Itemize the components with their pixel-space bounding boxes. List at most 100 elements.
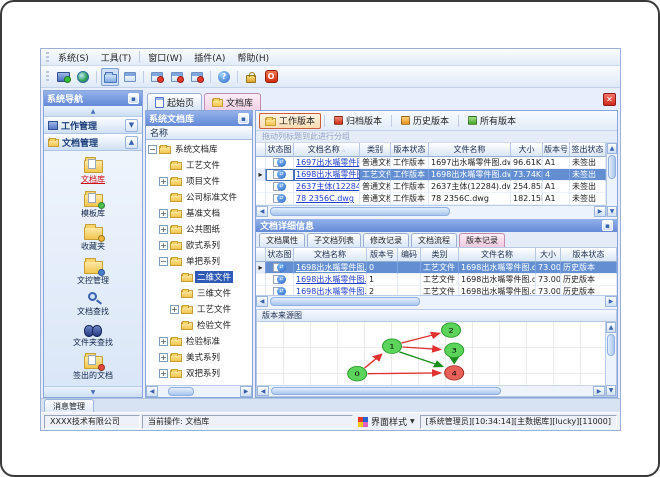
tree-item[interactable]: + 基准文档	[146, 205, 252, 221]
column-status[interactable]: 状态图	[266, 143, 294, 157]
tree-item[interactable]: +检验文件	[146, 317, 252, 333]
graph-vertical-scrollbar[interactable]: ▲ ▼	[605, 322, 616, 396]
sidebar-item-doclib[interactable]: 文档库	[81, 156, 105, 185]
tree-item[interactable]: + 欧式系列	[146, 237, 252, 253]
tree-horizontal-scrollbar[interactable]: ◀ ▶	[146, 385, 252, 397]
expand-icon[interactable]: +	[159, 208, 168, 218]
scroll-thumb[interactable]	[608, 155, 616, 179]
sidebar-item-doc-control[interactable]: 文控管理	[77, 257, 109, 286]
menu-plugins[interactable]: 插件(A)	[188, 50, 231, 65]
scroll-right-icon[interactable]: ▶	[240, 386, 252, 397]
tree-item[interactable]: +公司标准文件	[146, 189, 252, 205]
chevron-down-icon[interactable]: ▼	[125, 118, 138, 132]
scroll-left-icon[interactable]: ◀	[146, 386, 158, 397]
toolbar-grip[interactable]	[46, 51, 49, 63]
collapse-icon[interactable]: −	[148, 144, 157, 154]
sidebar-item-favorites[interactable]: 收藏夹	[81, 223, 105, 252]
scroll-left-icon[interactable]: ◀	[256, 206, 268, 217]
column-status[interactable]: 状态图	[266, 248, 294, 262]
tree-item[interactable]: + 工艺文件	[146, 301, 252, 317]
interface-style-button[interactable]: 界面样式 ▼	[355, 415, 418, 429]
column-doc-name[interactable]: 文档名称	[294, 248, 367, 262]
sidebar-item-checked-out[interactable]: 签出的文档	[73, 352, 113, 381]
globe-icon[interactable]	[74, 68, 92, 86]
tree-item[interactable]: + 公共图纸	[146, 221, 252, 237]
pin-icon[interactable]: ▪	[238, 113, 249, 124]
scroll-track[interactable]	[268, 296, 605, 307]
column-doc-name[interactable]: 文档名称 ▵	[294, 143, 360, 157]
scroll-up-icon[interactable]: ▲	[606, 322, 616, 333]
help-icon[interactable]: ?	[215, 68, 233, 86]
scroll-right-icon[interactable]: ▶	[605, 296, 617, 307]
column-code[interactable]: 编码	[398, 248, 421, 262]
lock-icon[interactable]	[242, 68, 260, 86]
group-by-hint[interactable]: 拖动列标题到此进行分组	[256, 131, 617, 143]
sidebar-scroll-down[interactable]: ▼	[44, 386, 142, 397]
scroll-track[interactable]	[607, 154, 617, 206]
sidebar-group-docs[interactable]: 文档管理 ▲	[44, 134, 142, 151]
graph-horizontal-scrollbar[interactable]: ◀ ▶	[257, 385, 605, 396]
column-category[interactable]: 类别	[360, 143, 391, 157]
scroll-track[interactable]	[269, 386, 593, 396]
doc-name-link[interactable]: 2637主体(12284).dwg	[294, 181, 360, 193]
tree-item[interactable]: + 检验标准	[146, 333, 252, 349]
tab-doc-properties[interactable]: 文档属性	[259, 233, 305, 247]
table-row[interactable]: ⇄ 78 2356C.dwg 普通文档 工作版本 78 2356C.dwg 18…	[256, 193, 606, 205]
column-size[interactable]: 大小	[536, 248, 561, 262]
scroll-thumb[interactable]	[607, 334, 615, 356]
doc-name-link[interactable]: 1698出水嘴零件图.dwg	[294, 169, 360, 181]
menu-help[interactable]: 帮助(H)	[231, 50, 275, 65]
sidebar-item-doc-search[interactable]: 文档查找	[77, 291, 109, 317]
doc-name-link[interactable]: 1698出水嘴零件图.dwg	[294, 262, 367, 274]
chevron-up-icon[interactable]: ▲	[125, 135, 138, 149]
column-version-status[interactable]: 版本状态	[561, 248, 617, 262]
column-category[interactable]: 类别	[421, 248, 459, 262]
sidebar-group-work[interactable]: 工作管理 ▼	[44, 117, 142, 134]
doc-name-link[interactable]: 1697出水嘴零件图.dwg	[294, 157, 360, 169]
archive-version-button[interactable]: 归档版本	[328, 113, 388, 129]
sidebar-item-templates[interactable]: 模板库	[81, 190, 105, 219]
table-horizontal-scrollbar[interactable]: ◀ ▶	[256, 295, 617, 307]
menu-tools[interactable]: 工具(T)	[95, 50, 138, 65]
column-checkout[interactable]: 签出状态	[570, 143, 606, 157]
column-file-name[interactable]: 文件名称	[459, 248, 536, 262]
tab-doc-flow[interactable]: 文档流程	[411, 233, 457, 247]
scroll-track[interactable]	[606, 333, 616, 385]
scroll-right-icon[interactable]: ▶	[594, 206, 606, 217]
expand-icon[interactable]: +	[159, 176, 168, 186]
table-row[interactable]: ⇄ 1698出水嘴零件图.dwg 1 工艺文件 1698出水嘴零件图.dwg 7…	[256, 274, 617, 286]
desktop-icon[interactable]	[54, 68, 72, 86]
pin-icon[interactable]: ▪	[128, 93, 139, 104]
table-row-selected[interactable]: ▸ ⇄ 1698出水嘴零件图.dwg 工艺文件 工作版本 1698出水嘴零件图.…	[256, 169, 606, 181]
scroll-left-icon[interactable]: ◀	[257, 386, 269, 396]
tree-item[interactable]: − 单把系列	[146, 253, 252, 269]
expand-icon[interactable]: +	[159, 368, 168, 378]
tab-modify-records[interactable]: 修改记录	[363, 233, 409, 247]
expand-icon[interactable]: +	[159, 224, 168, 234]
table-row[interactable]: ⇄ 1698出水嘴零件图.dwg 2 工艺文件 1698出水嘴零件图.dwg 7…	[256, 286, 617, 295]
collapse-icon[interactable]: −	[159, 256, 168, 266]
tree-column-header[interactable]: 名称	[146, 126, 252, 140]
scroll-up-icon[interactable]: ▲	[607, 143, 617, 154]
scroll-thumb[interactable]	[168, 387, 194, 396]
tab-subdoc-list[interactable]: 子文档列表	[307, 233, 361, 247]
sidebar-item-folder-search[interactable]: 文件夹查找	[73, 322, 113, 348]
doc-name-link[interactable]: 1698出水嘴零件图.dwg	[294, 274, 367, 286]
tab-doc-library[interactable]: 文档库	[204, 93, 262, 110]
doc-name-link[interactable]: 1698出水嘴零件图.dwg	[294, 286, 367, 295]
expand-icon[interactable]: +	[159, 352, 168, 362]
scroll-thumb[interactable]	[270, 297, 420, 306]
history-version-button[interactable]: 历史版本	[395, 113, 455, 129]
expand-icon[interactable]: +	[170, 304, 179, 314]
folder-window-icon[interactable]	[121, 68, 139, 86]
sidebar-scroll-up[interactable]: ▲	[44, 106, 142, 117]
table-horizontal-scrollbar[interactable]: ◀ ▶	[256, 205, 606, 217]
expand-icon[interactable]: +	[159, 336, 168, 346]
tree-item[interactable]: + 双把系列	[146, 365, 252, 381]
table-vertical-scrollbar[interactable]: ▲ ▼	[606, 143, 617, 217]
tab-message-management[interactable]: 消息管理	[44, 399, 94, 412]
all-versions-button[interactable]: 所有版本	[462, 113, 522, 129]
scroll-left-icon[interactable]: ◀	[256, 296, 268, 307]
tree-item[interactable]: − 系统文档库	[146, 141, 252, 157]
tab-start-page[interactable]: 起始页	[147, 93, 203, 110]
